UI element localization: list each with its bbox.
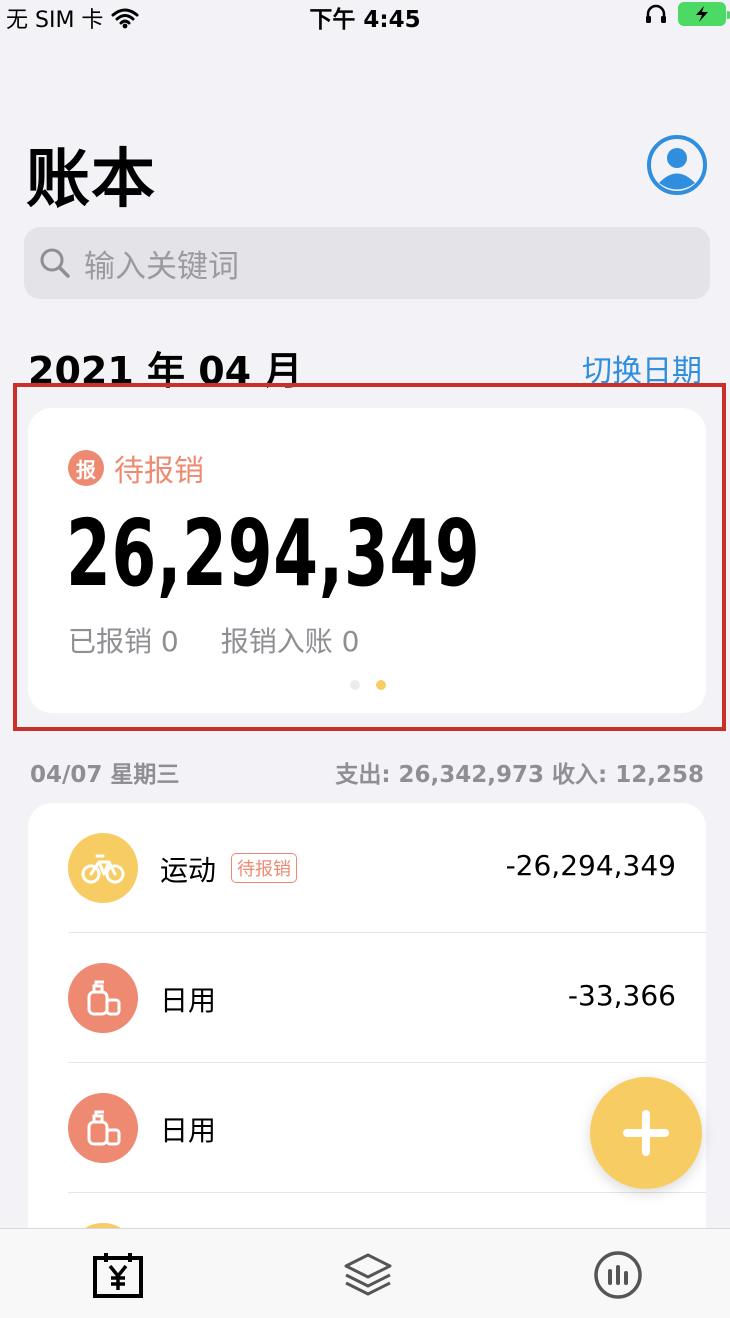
page-indicator[interactable] <box>350 680 386 690</box>
transaction-amount: -26,294,349 <box>505 849 676 882</box>
pending-amount: 26,294,349 <box>66 500 481 607</box>
category-icon-bg <box>68 963 138 1033</box>
tab-layers[interactable] <box>340 1247 396 1303</box>
search-icon <box>40 248 70 278</box>
day-date: 04/07 星期三 <box>30 762 180 788</box>
pending-header: 报 待报销 <box>68 446 204 490</box>
transaction-row[interactable]: 运动 待报销 -26,294,349 <box>28 803 706 933</box>
page-dot-2[interactable] <box>376 680 386 690</box>
reimbursed-stat: 已报销 0 <box>68 625 179 658</box>
category-icon-bg <box>68 833 138 903</box>
plus-icon <box>623 1110 669 1156</box>
layers-icon <box>344 1253 392 1296</box>
transaction-list: 运动 待报销 -26,294,349 日用 -33,366 日用 <box>28 803 706 1243</box>
pending-badge: 报 <box>68 450 104 486</box>
daily-goods-icon <box>87 980 121 1016</box>
pending-tag: 待报销 <box>231 853 297 883</box>
card-stats: 已报销 0 报销入账 0 <box>68 620 359 660</box>
tab-ledger[interactable] <box>90 1247 146 1303</box>
pending-label: 待报销 <box>114 454 204 489</box>
person-circle-icon <box>647 135 707 195</box>
battery-icon <box>678 2 730 26</box>
stats-icon <box>594 1251 642 1299</box>
status-time: 下午 4:45 <box>309 7 421 33</box>
transaction-category: 运动 <box>160 854 217 887</box>
transaction-amount: -33,366 <box>567 979 676 1012</box>
category-icon-bg <box>68 1093 138 1163</box>
add-entry-button[interactable] <box>590 1077 702 1189</box>
tab-stats[interactable] <box>590 1247 646 1303</box>
daily-goods-icon <box>87 1110 121 1146</box>
reimbursed-income-stat: 报销入账 0 <box>220 625 360 658</box>
status-bar-right <box>644 2 730 26</box>
ledger-yen-icon <box>93 1253 143 1298</box>
avatar-button[interactable] <box>646 134 708 196</box>
transaction-category: 日用 <box>160 984 217 1017</box>
summary-card[interactable]: 报 待报销 26,294,349 已报销 0 报销入账 0 <box>28 408 706 713</box>
headphones-icon <box>646 4 666 23</box>
search-placeholder: 输入关键词 <box>84 248 239 285</box>
tab-bar <box>0 1228 730 1318</box>
transaction-row[interactable]: 日用 -33,366 <box>28 933 706 1063</box>
bicycle-icon <box>81 854 125 884</box>
search-input[interactable]: 输入关键词 <box>24 227 710 299</box>
day-summary: 支出: 26,342,973 收入: 12,258 <box>335 762 704 788</box>
page-dot-1[interactable] <box>350 680 360 690</box>
page-title: 账本 <box>26 143 156 217</box>
transaction-category: 日用 <box>160 1114 217 1147</box>
